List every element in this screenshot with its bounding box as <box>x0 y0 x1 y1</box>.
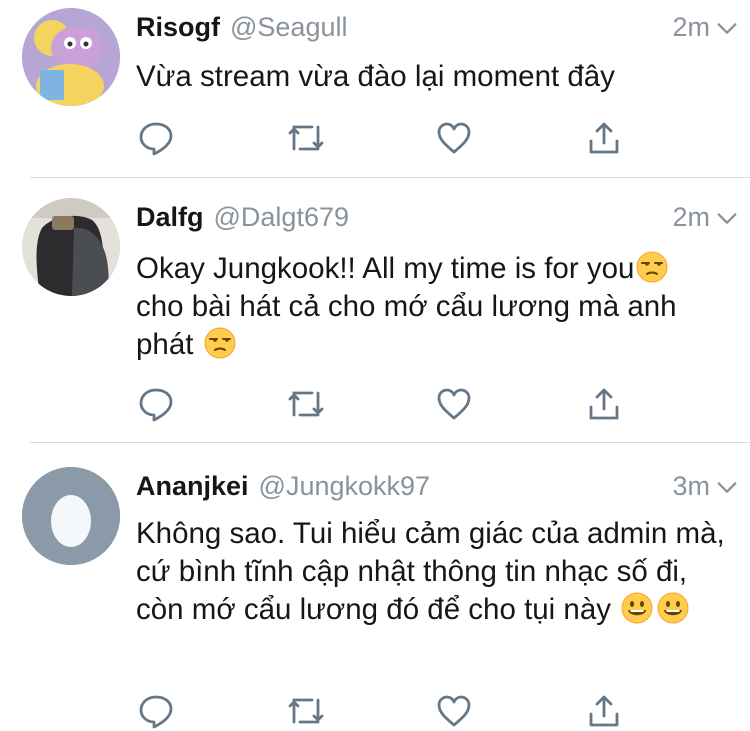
tweet-actions <box>136 691 636 731</box>
retweet-button[interactable] <box>286 384 326 424</box>
retweet-icon <box>288 698 324 724</box>
unamused-face-icon <box>204 327 236 359</box>
share-icon <box>589 388 619 420</box>
share-button[interactable] <box>584 691 624 731</box>
tweet-text-part: Okay Jungkook!! All my time is for you <box>136 252 635 285</box>
like-button[interactable] <box>434 691 474 731</box>
share-button[interactable] <box>584 118 624 158</box>
user-name[interactable]: Ananjkei <box>136 471 249 502</box>
retweet-icon <box>288 391 324 417</box>
user-handle[interactable]: @Jungkokk97 <box>259 471 431 502</box>
chevron-down-icon[interactable] <box>716 18 738 40</box>
reply-button[interactable] <box>136 691 176 731</box>
tweet-text: Không sao. Tui hiểu cảm giác của admin m… <box>136 515 726 629</box>
unamused-face-icon <box>636 251 668 283</box>
avatar[interactable] <box>22 198 120 296</box>
like-button[interactable] <box>434 384 474 424</box>
reply-icon <box>139 695 173 729</box>
timestamp: 2m <box>672 12 710 42</box>
share-icon <box>589 695 619 727</box>
tweet-text: Okay Jungkook!! All my time is for you c… <box>136 250 726 364</box>
grinning-face-icon <box>657 592 689 624</box>
tweet-item[interactable]: Ananjkei @Jungkokk97 3m Không sao. Tui h… <box>0 443 750 729</box>
share-button[interactable] <box>584 384 624 424</box>
reply-icon <box>139 388 173 422</box>
timestamp: 2m <box>672 202 710 232</box>
like-icon <box>437 122 471 154</box>
user-handle[interactable]: @Dalgt679 <box>214 202 350 233</box>
like-icon <box>437 388 471 420</box>
chevron-down-icon[interactable] <box>716 208 738 230</box>
tweet-item[interactable]: Dalfg @Dalgt679 2m Okay Jungkook!! All m… <box>0 178 750 443</box>
retweet-button[interactable] <box>286 118 326 158</box>
user-name[interactable]: Risogf <box>136 12 220 43</box>
retweet-icon <box>288 125 324 151</box>
timestamp: 3m <box>672 471 710 501</box>
tweet-item[interactable]: Risogf @Seagull 2m Vừa stream vừa đào lạ… <box>0 0 750 178</box>
retweet-button[interactable] <box>286 691 326 731</box>
avatar[interactable] <box>22 467 120 565</box>
reply-icon <box>139 122 173 156</box>
like-button[interactable] <box>434 118 474 158</box>
avatar[interactable] <box>22 8 120 106</box>
reply-button[interactable] <box>136 118 176 158</box>
user-handle[interactable]: @Seagull <box>230 12 347 43</box>
share-icon <box>589 122 619 154</box>
chevron-down-icon[interactable] <box>716 477 738 499</box>
grinning-face-icon <box>621 592 653 624</box>
default-egg-icon <box>22 467 120 565</box>
reply-button[interactable] <box>136 384 176 424</box>
tweet-text: Vừa stream vừa đào lại moment đây <box>136 60 615 93</box>
user-name[interactable]: Dalfg <box>136 202 204 233</box>
tweet-actions <box>136 118 636 158</box>
tweet-actions <box>136 384 636 424</box>
